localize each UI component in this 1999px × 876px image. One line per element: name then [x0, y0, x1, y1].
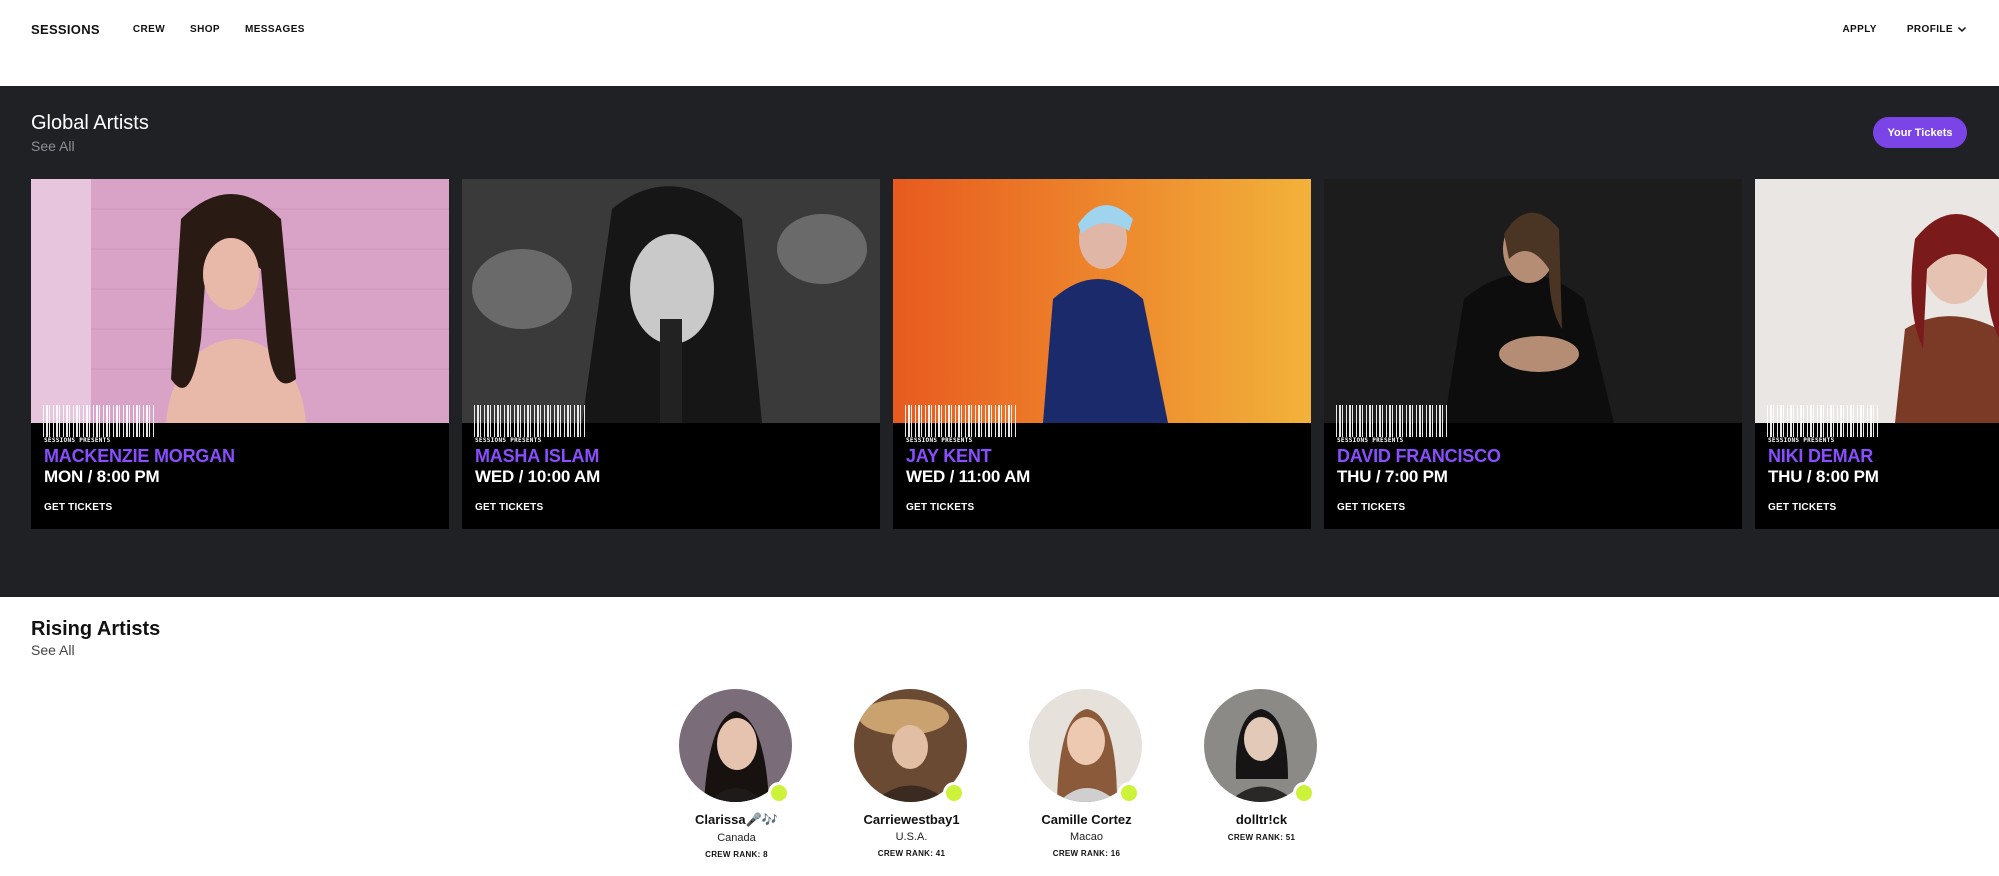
artist-name: MACKENZIE MORGAN	[44, 446, 235, 466]
crew-rank: CREW RANK: 8	[705, 850, 768, 859]
barcode-graphic	[1767, 405, 1879, 437]
global-artists-section: Global Artists See All Your Tickets SESS…	[0, 86, 1999, 597]
rising-artist-name: Carriewestbay1	[863, 812, 960, 827]
artist-name: JAY KENT	[906, 446, 992, 466]
card-presents-label: SESSIONS PRESENTS	[44, 437, 111, 444]
show-time: WED / 10:00 AM	[475, 467, 601, 486]
artist-photo	[462, 179, 880, 423]
barcode-graphic	[43, 405, 155, 437]
get-tickets-link[interactable]: GET TICKETS	[1768, 502, 1879, 513]
artist-card[interactable]: SESSIONS PRESENTS JAY KENT WED / 11:00 A…	[893, 179, 1311, 529]
artist-photo	[31, 179, 449, 423]
rising-artist-location: Macao	[1069, 831, 1104, 843]
top-nav: SESSIONS CREW SHOP MESSAGES APPLY PROFIL…	[0, 0, 1999, 58]
barcode-graphic	[474, 405, 586, 437]
artist-name: MASHA ISLAM	[475, 446, 600, 466]
rising-artist[interactable]: Clarissa🎤🎶 Canada CREW RANK: 8	[679, 689, 794, 859]
profile-label: PROFILE	[1906, 23, 1953, 35]
barcode-graphic	[905, 405, 1017, 437]
brand-logo[interactable]: SESSIONS	[31, 22, 100, 37]
nav-link-messages[interactable]: MESSAGES	[245, 24, 305, 35]
nav-link-apply[interactable]: APPLY	[1842, 24, 1876, 35]
show-time: THU / 8:00 PM	[1768, 467, 1879, 486]
show-time: MON / 8:00 PM	[44, 467, 160, 486]
card-presents-label: SESSIONS PRESENTS	[906, 437, 973, 444]
artist-name: DAVID FRANCISCO	[1337, 446, 1501, 466]
your-tickets-button[interactable]: Your Tickets	[1873, 117, 1967, 148]
get-tickets-link[interactable]: GET TICKETS	[906, 502, 1030, 513]
nav-link-crew[interactable]: CREW	[133, 24, 165, 35]
card-presents-label: SESSIONS PRESENTS	[1337, 437, 1404, 444]
rising-artist-name: Clarissa🎤🎶	[695, 812, 778, 827]
rising-artist-name: Camille Cortez	[1041, 812, 1132, 827]
crew-rank: CREW RANK: 41	[877, 849, 946, 858]
card-presents-label: SESSIONS PRESENTS	[1768, 437, 1835, 444]
rising-artist-location: U.S.A.	[895, 831, 928, 843]
show-time: WED / 11:00 AM	[906, 467, 1031, 486]
artist-card[interactable]: SESSIONS PRESENTS MACKENZIE MORGAN MON /…	[31, 179, 449, 529]
rising-artist[interactable]: Carriewestbay1 U.S.A. CREW RANK: 41	[854, 689, 969, 858]
online-status-dot	[768, 782, 790, 804]
rising-artist-location: Canada	[717, 832, 756, 844]
section-title-global: Global Artists	[31, 112, 149, 134]
online-status-dot	[1118, 782, 1140, 804]
card-presents-label: SESSIONS PRESENTS	[475, 437, 542, 444]
section-title-rising: Rising Artists	[31, 618, 161, 640]
get-tickets-link[interactable]: GET TICKETS	[1337, 502, 1501, 513]
show-time: THU / 7:00 PM	[1337, 467, 1448, 486]
artist-name: NIKI DEMAR	[1768, 446, 1873, 466]
see-all-global-link[interactable]: See All	[31, 138, 75, 154]
online-status-dot	[943, 782, 965, 804]
nav-link-shop[interactable]: SHOP	[190, 24, 220, 35]
artist-card[interactable]: SESSIONS PRESENTS DAVID FRANCISCO THU / …	[1324, 179, 1742, 529]
artist-cards-carousel: SESSIONS PRESENTS MACKENZIE MORGAN MON /…	[31, 179, 1999, 529]
profile-menu[interactable]: PROFILE	[1907, 23, 1968, 35]
get-tickets-link[interactable]: GET TICKETS	[44, 502, 235, 513]
rising-artist[interactable]: dolltr!ck CREW RANK: 51	[1204, 689, 1319, 842]
artist-photo	[893, 179, 1311, 423]
artist-photo	[1755, 179, 1999, 423]
get-tickets-link[interactable]: GET TICKETS	[475, 502, 600, 513]
rising-artist-name: dolltr!ck	[1235, 812, 1288, 827]
barcode-graphic	[1336, 405, 1448, 437]
crew-rank: CREW RANK: 51	[1227, 833, 1296, 842]
artist-card[interactable]: SESSIONS PRESENTS NIKI DEMAR THU / 8:00 …	[1755, 179, 1999, 529]
chevron-down-icon	[1957, 26, 1967, 33]
see-all-rising-link[interactable]: See All	[31, 642, 75, 658]
rising-artist[interactable]: Camille Cortez Macao CREW RANK: 16	[1029, 689, 1144, 858]
artist-photo	[1324, 179, 1742, 423]
crew-rank: CREW RANK: 16	[1052, 849, 1121, 858]
online-status-dot	[1293, 782, 1315, 804]
nav-right: APPLY PROFILE	[1812, 23, 1968, 35]
artist-card[interactable]: SESSIONS PRESENTS MASHA ISLAM WED / 10:0…	[462, 179, 880, 529]
